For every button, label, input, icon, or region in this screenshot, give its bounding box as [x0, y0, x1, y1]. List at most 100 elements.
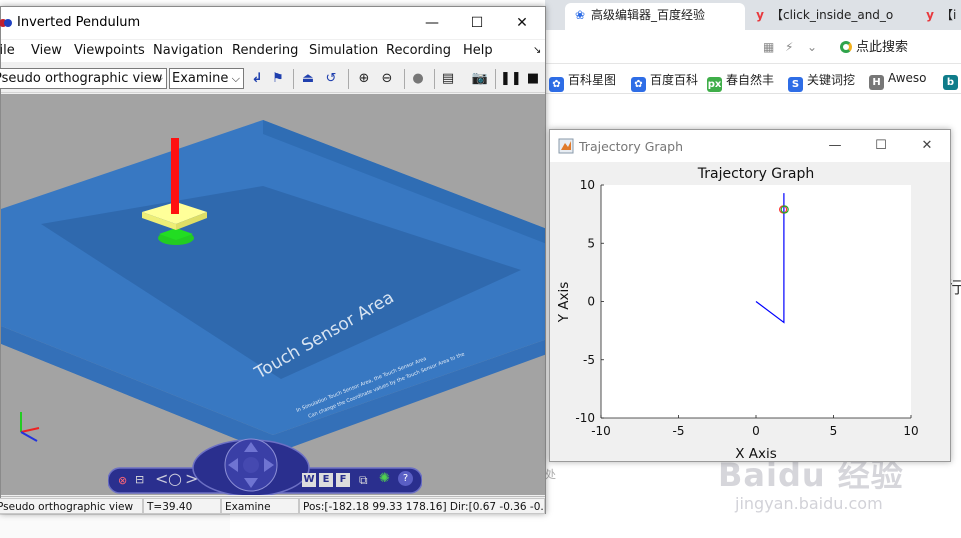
tab-label: 【i: [941, 8, 957, 22]
bookmark[interactable]: H Aweso: [869, 71, 927, 90]
y-tick-label: 0: [587, 295, 595, 309]
navigation-mode-select[interactable]: Examine ⌵: [169, 68, 244, 89]
traj-titlebar: Trajectory Graph — ☐ ✕: [550, 130, 950, 162]
bookmark[interactable]: S 关键词挖: [788, 71, 855, 92]
walk-mode-button[interactable]: W: [302, 473, 316, 487]
maximize-button[interactable]: ☐: [454, 7, 500, 39]
stop-icon[interactable]: ■: [523, 69, 543, 89]
trajectory-window: Trajectory Graph — ☐ ✕ Trajectory Graph …: [549, 129, 951, 462]
3d-scene: Touch Sensor Area In Simulation Touch Se…: [1, 120, 545, 495]
y-icon: y: [756, 8, 764, 22]
status-time: T=39.40: [143, 498, 221, 514]
y-tick-label: -10: [575, 411, 595, 425]
trajectory-chart[interactable]: Trajectory Graph -10 -5 0 5 10 10 5 0 -5 -10 X Ax…: [550, 162, 950, 462]
straighten-up-icon[interactable]: ⏏: [298, 69, 318, 89]
bookmark-label: Aweso: [888, 71, 927, 85]
browser-address-bar: ▦ ⚡ ⌄ 点此搜索: [545, 30, 961, 64]
h-icon: H: [869, 75, 884, 90]
viewpoints-icon[interactable]: ⧉: [359, 473, 368, 487]
x-tick-label: -5: [673, 424, 685, 438]
browser-tab-active[interactable]: ❀ 高级编辑器_百度经验: [565, 3, 745, 30]
headlight-icon[interactable]: ✺: [379, 472, 390, 486]
mode-value: Examine: [172, 71, 229, 86]
menu-help[interactable]: Help: [463, 43, 493, 58]
bookmark[interactable]: px 春自然丰: [707, 71, 774, 92]
desktop: ❀ 高级编辑器_百度经验 y 【click_inside_and_o y 【i …: [0, 0, 961, 538]
camera-icon[interactable]: 📷: [470, 69, 490, 89]
status-mode: Examine: [221, 498, 299, 514]
3d-scene-canvas[interactable]: Touch Sensor Area In Simulation Touch Se…: [1, 94, 545, 495]
browser-tab-strip: ❀ 高级编辑器_百度经验 y 【click_inside_and_o y 【i: [545, 0, 961, 30]
search-logo-icon: [840, 41, 852, 53]
nav-orbit-icon[interactable]: ○: [168, 470, 182, 488]
y-tick-label: 10: [580, 178, 595, 192]
minimize-panel-icon[interactable]: ⊟: [135, 474, 144, 486]
toolbar-separator: [495, 69, 496, 89]
close-icon[interactable]: ⊗: [118, 475, 127, 487]
pause-icon[interactable]: ❚❚: [500, 69, 522, 89]
chevron-down-icon: ⌵: [154, 72, 163, 85]
toolbar: Pseudo orthographic view ⌵ Examine ⌵ ↲ ⚑…: [0, 65, 545, 93]
navigation-panel: ⊗ ⊟ < ○ > W E F ⧉ ✺ ?: [107, 436, 423, 495]
flag-icon[interactable]: ⚑: [268, 69, 288, 89]
baidu-paw-icon: ❀: [574, 8, 586, 22]
edit-properties-icon[interactable]: ▤: [438, 69, 458, 89]
minimize-button[interactable]: —: [409, 7, 455, 39]
examine-mode-button[interactable]: E: [319, 473, 333, 487]
baidu-paw-icon: ✿: [549, 77, 564, 92]
bookmark[interactable]: ✿ 百科星图: [549, 71, 616, 92]
return-viewpoint-icon[interactable]: ↲: [247, 69, 267, 89]
overflow-icon[interactable]: ↘: [533, 45, 541, 56]
minimize-button[interactable]: —: [812, 130, 858, 162]
status-bar: Pseudo orthographic view T=39.40 Examine…: [0, 496, 545, 514]
viewpoint-select[interactable]: Pseudo orthographic view ⌵: [0, 68, 167, 89]
browser-tab[interactable]: y 【click_inside_and_o: [745, 3, 910, 30]
menu-recording[interactable]: Recording: [386, 43, 451, 58]
help-icon[interactable]: ?: [398, 471, 413, 486]
maximize-button[interactable]: ☐: [858, 130, 904, 162]
search-button[interactable]: 点此搜索: [840, 36, 908, 55]
grid-icon[interactable]: ▦: [763, 40, 774, 54]
bookmark[interactable]: ✿ 百度百科: [631, 71, 698, 92]
menu-navigation[interactable]: Navigation: [153, 43, 223, 58]
x-tick-label: 0: [752, 424, 760, 438]
y-icon: y: [926, 8, 934, 22]
chevron-down-icon[interactable]: ⌄: [807, 40, 817, 54]
fly-mode-button[interactable]: F: [336, 473, 350, 487]
window-title: Trajectory Graph: [579, 139, 684, 154]
toolbar-separator: [434, 69, 435, 89]
menu-view[interactable]: View: [31, 43, 62, 58]
close-button[interactable]: ✕: [904, 130, 950, 162]
zoom-out-icon[interactable]: ⊖: [377, 69, 397, 89]
vr-viewer-window: Inverted Pendulum — ☐ ✕ File View Viewpo…: [0, 6, 546, 514]
search-label: 点此搜索: [856, 40, 909, 55]
toolbar-separator: [348, 69, 349, 89]
close-button[interactable]: ✕: [499, 7, 545, 39]
bookmark-label: 百科星图: [568, 73, 617, 87]
x-tick-label: -10: [591, 424, 611, 438]
menu-viewpoints[interactable]: Viewpoints: [74, 43, 145, 58]
zoom-in-icon[interactable]: ⊕: [354, 69, 374, 89]
swirl-icon: S: [788, 77, 803, 92]
status-viewpoint: Pseudo orthographic view: [0, 498, 143, 514]
record-icon[interactable]: ●: [408, 69, 428, 89]
bookmark[interactable]: b: [943, 71, 961, 90]
nav-right-icon[interactable]: >: [185, 470, 198, 488]
menu-simulation[interactable]: Simulation: [309, 43, 378, 58]
nav-left-icon[interactable]: <: [155, 470, 168, 488]
bookmarks-bar: ✿ 百科星图 ✿ 百度百科 px 春自然丰 S 关键词挖 H Aweso b: [545, 64, 961, 94]
toolbar-separator: [404, 69, 405, 89]
browser-tab[interactable]: y 【i: [915, 3, 961, 30]
menu-rendering[interactable]: Rendering: [232, 43, 298, 58]
lightning-icon[interactable]: ⚡: [785, 40, 793, 54]
vr-titlebar: Inverted Pendulum — ☐ ✕: [0, 7, 545, 39]
chevron-down-icon: ⌵: [231, 72, 240, 85]
window-title: Inverted Pendulum: [17, 15, 141, 30]
menu-file[interactable]: File: [0, 43, 15, 58]
x-tick-label: 10: [903, 424, 918, 438]
matlab-icon: [558, 138, 574, 154]
y-tick-label: -5: [583, 353, 595, 367]
toolbar-separator: [293, 69, 294, 89]
undo-move-icon[interactable]: ↺: [321, 69, 341, 89]
pendulum-rod: [171, 138, 179, 214]
